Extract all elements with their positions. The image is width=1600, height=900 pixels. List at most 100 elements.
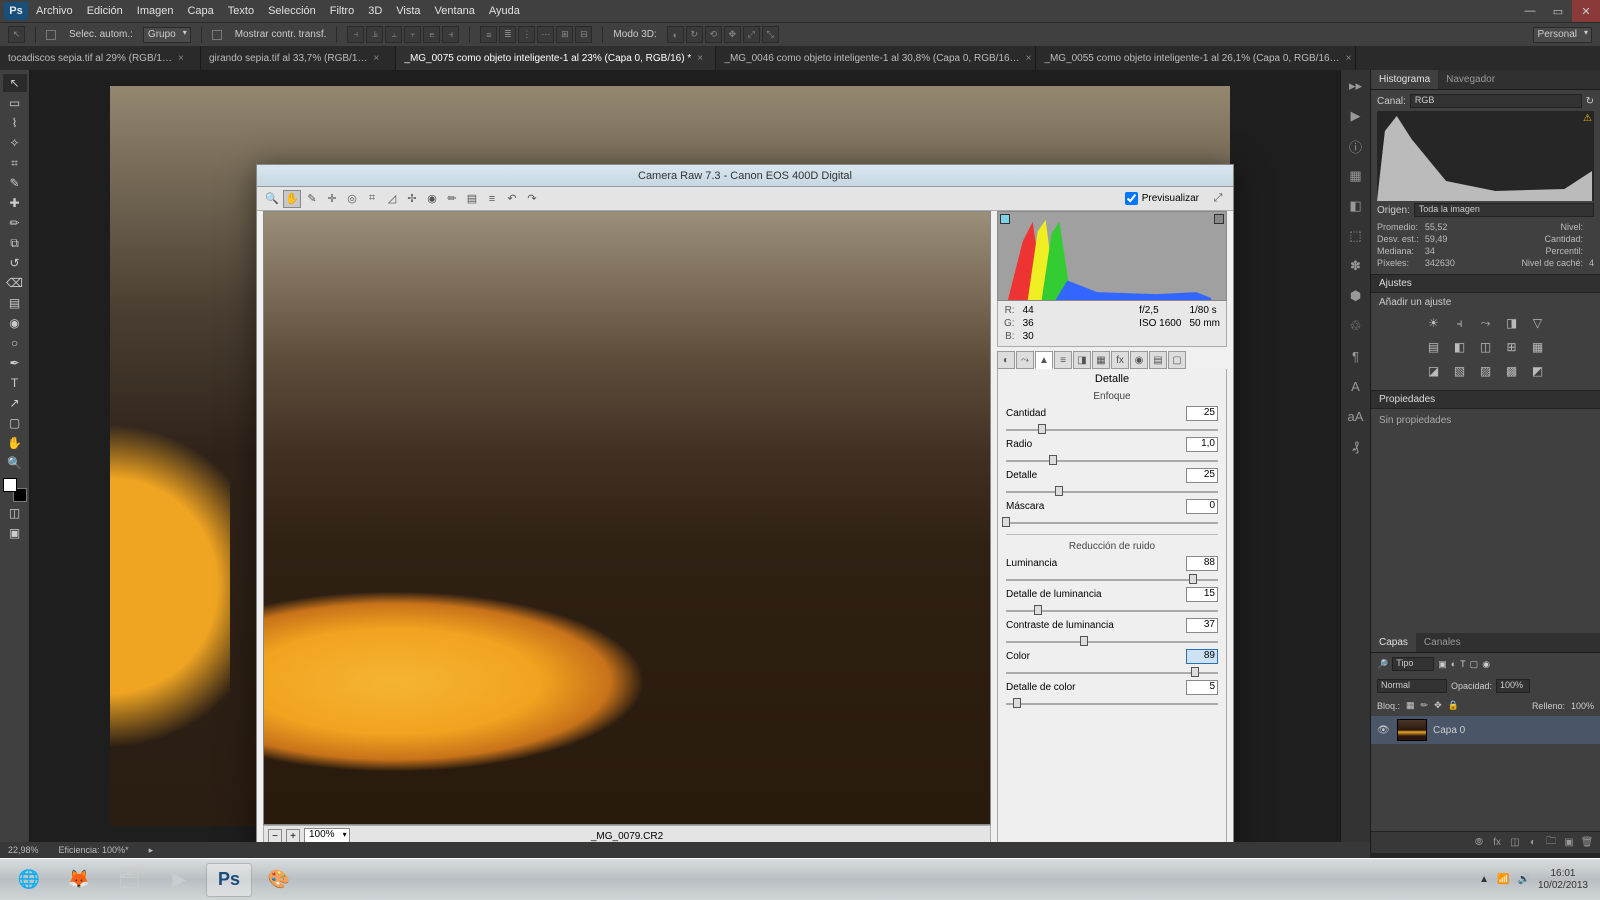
move-tool-icon[interactable]: ↖ [8,26,25,43]
color-swatch[interactable] [3,478,27,502]
selective-color-icon[interactable]: ◩ [1529,362,1547,380]
color-lookup-icon[interactable]: ▦ [1529,338,1547,356]
threshold-icon[interactable]: ▨ [1477,362,1495,380]
marquee-tool-icon[interactable]: ▭ [3,94,27,112]
menu-capa[interactable]: Capa [187,5,213,17]
fullscreen-icon[interactable]: ⤢ [1209,190,1227,208]
preview-image[interactable] [263,211,991,825]
close-icon[interactable]: × [1346,53,1352,64]
zoom-in-button[interactable]: + [286,829,300,843]
filter-icon[interactable]: ◐ [1451,659,1456,669]
trash-icon[interactable]: 🗑 [1580,837,1594,848]
filter-icon[interactable]: T [1460,659,1466,669]
origen-dropdown[interactable]: Toda la imagen [1414,203,1594,217]
align-icon[interactable]: ⫡ [366,26,383,43]
dist-icon[interactable]: ⊟ [575,26,592,43]
adjust-brush-icon[interactable]: ✏ [443,190,461,208]
character-styles-icon[interactable]: ₰ [1346,436,1366,456]
refresh-icon[interactable]: ↻ [1586,96,1594,107]
lumdetalle-slider[interactable] [1006,602,1218,616]
shadow-clip-icon[interactable] [1000,214,1010,224]
camera-tab-icon[interactable]: ◉ [1130,351,1148,369]
channels-tab[interactable]: Canales [1416,633,1469,652]
target-dropdown[interactable]: Grupo [143,27,191,43]
snapshots-tab-icon[interactable]: ▢ [1168,351,1186,369]
color-panel-icon[interactable]: ◧ [1346,196,1366,216]
dist-icon[interactable]: ⋮ [518,26,535,43]
align-icon[interactable]: ⫟ [404,26,421,43]
target-adjust-icon[interactable]: ◎ [343,190,361,208]
lock-move-icon[interactable]: ✥ [1434,700,1442,711]
bright-icon[interactable]: ☀ [1425,314,1443,332]
visibility-icon[interactable]: 👁 [1377,725,1391,736]
lock-all-icon[interactable]: 🔒 [1448,700,1459,711]
exposure-icon[interactable]: ◨ [1503,314,1521,332]
zoom-tool-icon[interactable]: 🔍 [263,190,281,208]
3d-panel-icon[interactable]: ⬢ [1346,286,1366,306]
dialog-titlebar[interactable]: Camera Raw 7.3 - Canon EOS 400D Digital [257,165,1233,187]
lock-paint-icon[interactable]: ✏ [1421,700,1429,711]
3d-icon[interactable]: ↻ [686,26,703,43]
doc-tab[interactable]: _MG_0046 como objeto inteligente-1 al 30… [716,46,1036,70]
glyph-panel-icon[interactable]: aA [1346,406,1366,426]
transform-controls-checkbox[interactable] [212,30,222,40]
layer-name[interactable]: Capa 0 [1433,725,1465,736]
color-slider[interactable] [1006,664,1218,678]
photo-filter-icon[interactable]: ◫ [1477,338,1495,356]
posterize-icon[interactable]: ▧ [1451,362,1469,380]
tray-arrow-icon[interactable]: ▲ [1479,874,1489,885]
opacity-input[interactable]: 100% [1496,679,1530,693]
3d-icon[interactable]: ◐ [667,26,684,43]
gradient-tool-icon[interactable]: ▤ [3,294,27,312]
straighten-tool-icon[interactable]: ◿ [383,190,401,208]
menu-imagen[interactable]: Imagen [137,5,174,17]
slider-value[interactable]: 88 [1186,556,1218,571]
hue-icon[interactable]: ▤ [1425,338,1443,356]
slider-value[interactable]: 1,0 [1186,437,1218,452]
filter-icon[interactable]: ▣ [1438,659,1447,670]
dist-icon[interactable]: ⋯ [537,26,554,43]
wb-tool-icon[interactable]: ✎ [303,190,321,208]
lumcontraste-slider[interactable] [1006,633,1218,647]
histogram-tab[interactable]: Histograma [1371,70,1438,89]
clock[interactable]: 16:0110/02/2013 [1538,868,1588,892]
dist-icon[interactable]: ≣ [499,26,516,43]
basic-tab-icon[interactable]: ◐ [997,351,1015,369]
swatches-panel-icon[interactable]: ▦ [1346,166,1366,186]
slider-value[interactable]: 37 [1186,618,1218,633]
gradient-map-icon[interactable]: ▩ [1503,362,1521,380]
dist-icon[interactable]: ≡ [480,26,497,43]
lock-pixels-icon[interactable]: ▦ [1406,700,1415,711]
screenmode-icon[interactable]: ▣ [3,524,27,542]
crop-tool-icon[interactable]: ⌗ [363,190,381,208]
menu-ayuda[interactable]: Ayuda [489,5,520,17]
menu-texto[interactable]: Texto [228,5,254,17]
prefs-icon[interactable]: ≡ [483,190,501,208]
styles-panel-icon[interactable]: ⬚ [1346,226,1366,246]
quickmask-icon[interactable]: ◫ [3,504,27,522]
close-icon[interactable]: × [373,53,387,64]
luminancia-slider[interactable] [1006,571,1218,585]
lens-tab-icon[interactable]: ▦ [1092,351,1110,369]
explorer-button[interactable]: 🗂 [106,863,152,897]
rotate-cw-icon[interactable]: ↷ [523,190,541,208]
brush-tool-icon[interactable]: ✏ [3,214,27,232]
mask-icon[interactable]: ◫ [1508,837,1522,848]
navigator-tab[interactable]: Navegador [1438,70,1503,89]
slider-value[interactable]: 25 [1186,468,1218,483]
fx-tab-icon[interactable]: fx [1111,351,1129,369]
grad-filter-icon[interactable]: ▤ [463,190,481,208]
cantidad-slider[interactable] [1006,421,1218,435]
path-tool-icon[interactable]: ↗ [3,394,27,412]
slider-value[interactable]: 25 [1186,406,1218,421]
adjustments-header[interactable]: Ajustes [1371,274,1600,293]
mascara-slider[interactable] [1006,514,1218,528]
dist-icon[interactable]: ⊞ [556,26,573,43]
redeye-tool-icon[interactable]: ◉ [423,190,441,208]
menu-filtro[interactable]: Filtro [330,5,354,17]
group-icon[interactable]: 🗀 [1544,834,1558,851]
blend-mode-dropdown[interactable]: Normal [1377,679,1447,693]
doc-tab[interactable]: girando sepia.tif al 33,7% (RGB/1…× [201,46,396,70]
3d-icon[interactable]: ⟲ [705,26,722,43]
presets-tab-icon[interactable]: ▤ [1149,351,1167,369]
